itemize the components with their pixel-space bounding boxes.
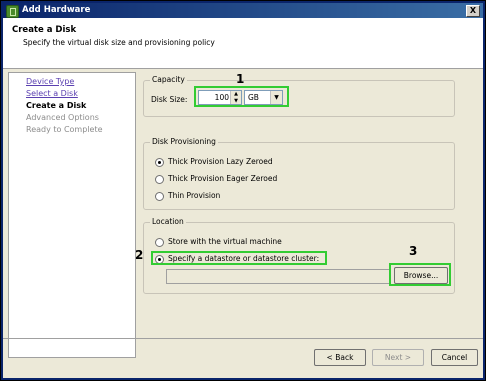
disk-size-label: Disk Size: bbox=[151, 95, 188, 104]
radio-thick-lazy[interactable] bbox=[155, 158, 164, 167]
step-ready-to-complete: Ready to Complete bbox=[26, 125, 103, 134]
step-advanced-options: Advanced Options bbox=[26, 113, 99, 122]
radio-thick-eager[interactable] bbox=[155, 175, 164, 184]
step-select-disk[interactable]: Select a Disk bbox=[26, 89, 78, 98]
step-create-disk: Create a Disk bbox=[26, 101, 87, 110]
datastore-path-field[interactable] bbox=[166, 269, 390, 284]
location-title: Location bbox=[150, 217, 186, 226]
capacity-group: Capacity Disk Size: 100 ▲ ▼ GB ▼ bbox=[143, 75, 455, 117]
add-hardware-window: Add Hardware X Create a Disk Specify the… bbox=[1, 1, 485, 380]
highlight-box-3 bbox=[389, 263, 451, 286]
settings-panel: Capacity Disk Size: 100 ▲ ▼ GB ▼ 1 Disk … bbox=[135, 72, 478, 356]
thick-eager-label: Thick Provision Eager Zeroed bbox=[168, 174, 278, 183]
wizard-header: Create a Disk Specify the virtual disk s… bbox=[3, 18, 483, 69]
annotation-number-1: 1 bbox=[236, 72, 245, 86]
dialog-client: Create a Disk Specify the virtual disk s… bbox=[3, 18, 483, 378]
thick-lazy-label: Thick Provision Lazy Zeroed bbox=[168, 157, 273, 166]
window-title: Add Hardware bbox=[22, 5, 91, 15]
highlight-box-2 bbox=[151, 251, 327, 265]
cancel-button[interactable]: Cancel bbox=[431, 349, 478, 366]
annotation-number-3: 3 bbox=[409, 244, 418, 258]
annotation-number-2: 2 bbox=[135, 248, 144, 262]
page-title: Create a Disk bbox=[12, 25, 77, 35]
footer-divider bbox=[3, 338, 483, 339]
thin-label: Thin Provision bbox=[168, 191, 221, 200]
back-button[interactable]: < Back bbox=[314, 349, 366, 366]
wizard-steps-panel: Device Type Select a Disk Create a Disk … bbox=[8, 72, 136, 358]
title-bar: Add Hardware X bbox=[3, 3, 483, 18]
close-button[interactable]: X bbox=[466, 5, 480, 17]
vm-app-icon bbox=[6, 5, 19, 18]
radio-store-with-vm[interactable] bbox=[155, 238, 164, 247]
location-group: Location Store with the virtual machine … bbox=[143, 217, 455, 294]
page-subtitle: Specify the virtual disk size and provis… bbox=[23, 38, 215, 47]
store-with-vm-label: Store with the virtual machine bbox=[168, 237, 282, 246]
highlight-box-1 bbox=[194, 86, 289, 107]
disk-provisioning-group: Disk Provisioning Thick Provision Lazy Z… bbox=[143, 137, 455, 210]
next-button: Next > bbox=[372, 349, 424, 366]
capacity-title: Capacity bbox=[150, 75, 187, 84]
radio-thin[interactable] bbox=[155, 192, 164, 201]
step-device-type[interactable]: Device Type bbox=[26, 77, 74, 86]
provisioning-title: Disk Provisioning bbox=[150, 137, 218, 146]
